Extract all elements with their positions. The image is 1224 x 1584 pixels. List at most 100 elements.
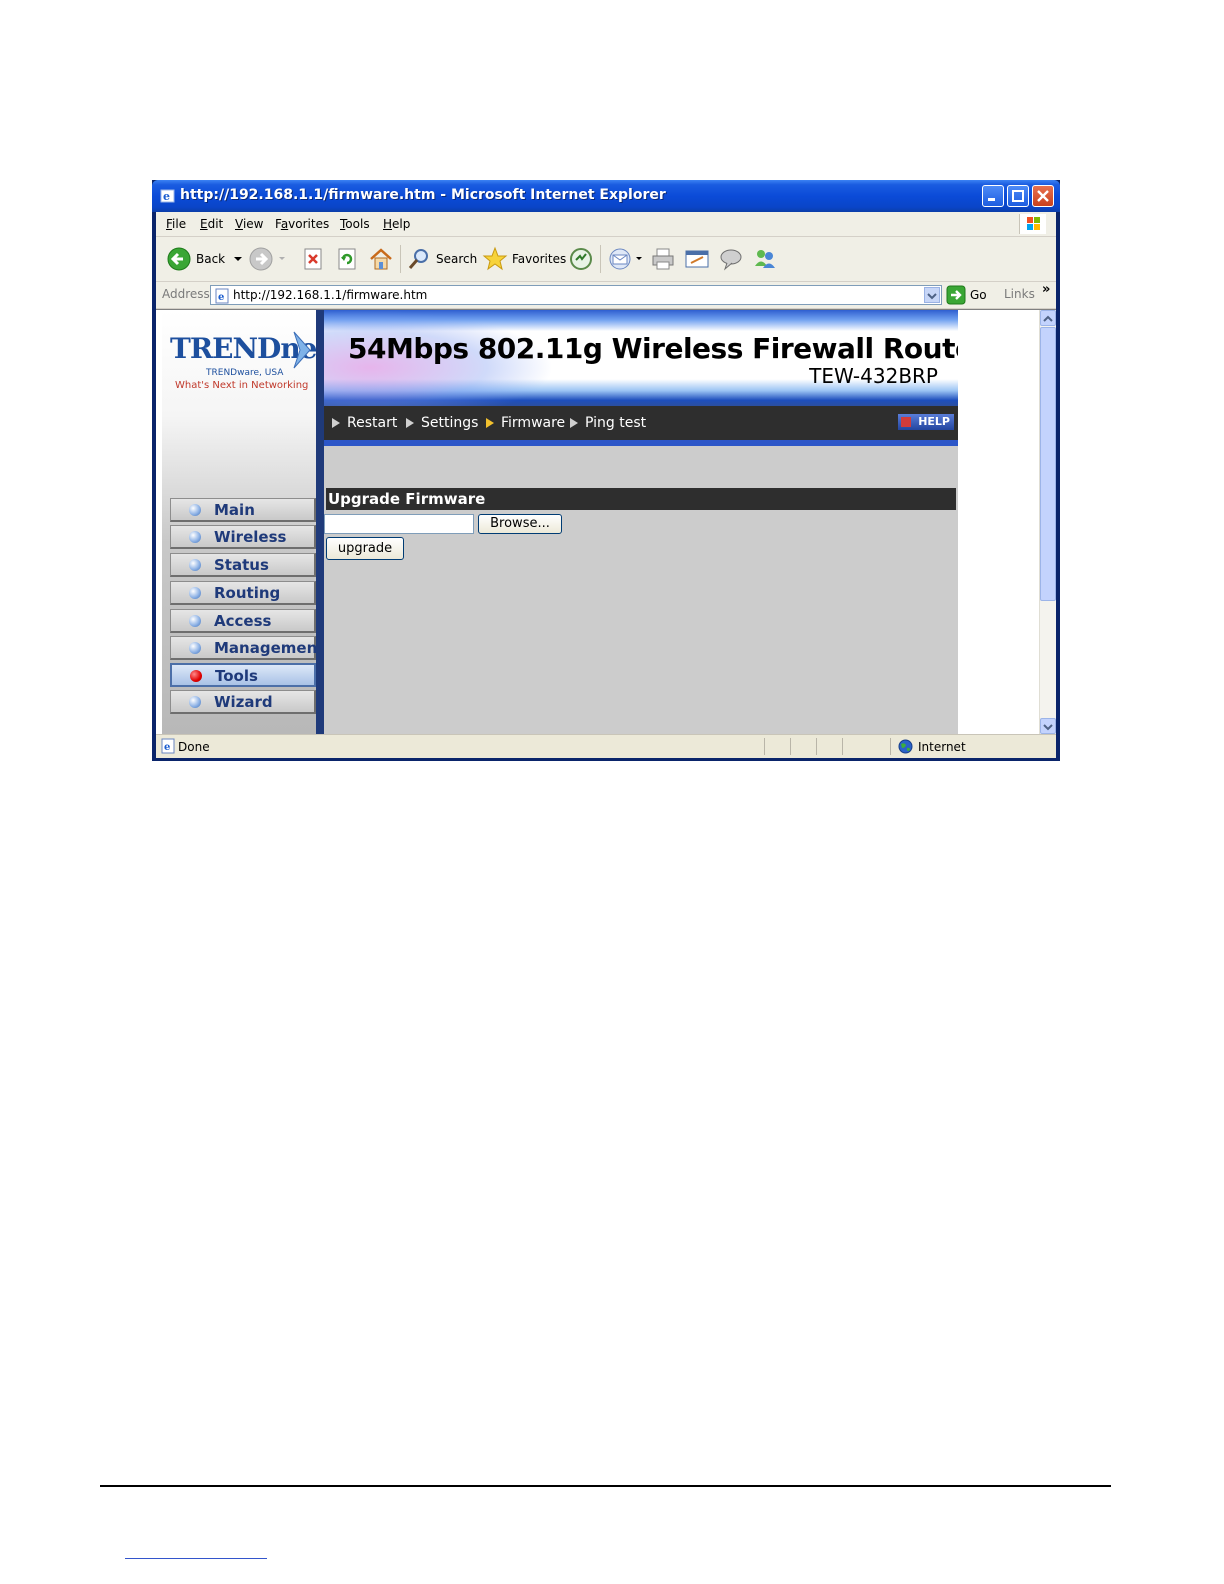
- menu-view[interactable]: View: [235, 217, 263, 231]
- nav-status[interactable]: Status: [170, 553, 316, 577]
- links-chevron[interactable]: »: [1042, 282, 1050, 297]
- mail-button[interactable]: [608, 245, 644, 273]
- refresh-button[interactable]: [336, 245, 358, 273]
- menu-help[interactable]: Help: [383, 217, 410, 231]
- play-arrow-icon: [406, 418, 414, 428]
- upgrade-button[interactable]: upgrade: [326, 537, 404, 560]
- search-icon: [408, 249, 428, 269]
- play-arrow-icon: [570, 418, 578, 428]
- nav-wizard[interactable]: Wizard: [170, 690, 316, 714]
- print-button[interactable]: [650, 245, 676, 273]
- help-button[interactable]: HELP: [898, 414, 954, 430]
- status-bar: e Done Internet: [156, 734, 1056, 758]
- scroll-down-button[interactable]: [1040, 718, 1056, 734]
- scroll-up-button[interactable]: [1040, 310, 1056, 326]
- play-arrow-icon: [486, 418, 494, 428]
- minimize-button[interactable]: [982, 185, 1004, 207]
- dropdown-arrow-icon[interactable]: [231, 255, 245, 263]
- edit-button[interactable]: [684, 245, 710, 273]
- toolbar-separator: [400, 245, 401, 273]
- chevron-down-icon: [1043, 724, 1053, 731]
- product-banner: 54Mbps 802.11g Wireless Firewall Router …: [324, 310, 958, 406]
- scroll-thumb[interactable]: [1040, 327, 1056, 601]
- menu-edit[interactable]: Edit: [200, 217, 223, 231]
- nav-bullet-icon: [189, 642, 201, 654]
- forward-button[interactable]: [248, 245, 288, 273]
- chevron-down-icon: [927, 293, 937, 300]
- nav-access-label: Access: [214, 612, 272, 630]
- nav-wireless[interactable]: Wireless: [170, 525, 316, 549]
- browse-button[interactable]: Browse...: [478, 514, 562, 534]
- dropdown-arrow-icon: [279, 257, 285, 260]
- refresh-icon: [338, 248, 356, 270]
- page-icon: e: [215, 288, 229, 304]
- home-button[interactable]: [368, 245, 394, 273]
- nav-routing[interactable]: Routing: [170, 581, 316, 605]
- media-button[interactable]: [568, 245, 594, 273]
- status-pane-divider: [890, 738, 891, 755]
- nav-main[interactable]: Main: [170, 498, 316, 522]
- links-label[interactable]: Links: [1004, 287, 1035, 301]
- back-button[interactable]: Back: [166, 245, 245, 273]
- nav-bullet-icon: [189, 559, 201, 571]
- menu-file[interactable]: File: [166, 217, 186, 231]
- close-icon: [1037, 190, 1049, 202]
- help-label: HELP: [918, 415, 950, 428]
- title-bar[interactable]: e http://192.168.1.1/firmware.htm - Micr…: [152, 180, 1060, 212]
- nav-management[interactable]: Management: [170, 636, 324, 660]
- messenger-button[interactable]: [752, 245, 778, 273]
- nav-wizard-label: Wizard: [214, 693, 273, 711]
- page-done-icon: e: [161, 738, 175, 754]
- router-page: TRENDnet TRENDware, USA What's Next in N…: [162, 310, 958, 734]
- subnav-firmware[interactable]: Firmware: [486, 415, 565, 431]
- sidebar-divider: [316, 310, 324, 734]
- favorites-label: Favorites: [512, 252, 567, 266]
- go-button[interactable]: Go: [946, 285, 987, 305]
- nav-tools[interactable]: Tools: [170, 663, 316, 687]
- toolbar-separator: [600, 245, 601, 273]
- trendnet-logo: TRENDnet TRENDware, USA What's Next in N…: [168, 330, 329, 396]
- address-bar: Address e http://192.168.1.1/firmware.ht…: [156, 282, 1056, 309]
- logo-arrow-icon: [293, 331, 311, 369]
- nav-bullet-icon: [189, 587, 201, 599]
- media-icon: [570, 248, 592, 270]
- status-pane-divider: [842, 738, 843, 755]
- browser-frame: File Edit View Favorites Tools Help Back: [156, 212, 1056, 758]
- forward-arrow-icon: [249, 247, 273, 271]
- internet-globe-icon: [898, 739, 913, 754]
- nav-access[interactable]: Access: [170, 609, 316, 633]
- subnav-ping-test-label: Ping test: [585, 415, 647, 431]
- subnav-restart[interactable]: Restart: [332, 415, 397, 431]
- nav-wireless-label: Wireless: [214, 528, 287, 546]
- subnav-ping-test[interactable]: Ping test: [570, 415, 646, 431]
- search-button[interactable]: Search: [406, 245, 477, 273]
- go-arrow-icon: [946, 285, 966, 305]
- stop-icon: [304, 248, 322, 270]
- stop-button[interactable]: [302, 245, 324, 273]
- nav-bullet-icon: [189, 615, 201, 627]
- discuss-button[interactable]: [718, 245, 744, 273]
- favorites-button[interactable]: Favorites: [482, 245, 566, 273]
- section-title: Upgrade Firmware: [326, 488, 956, 510]
- subnav-settings[interactable]: Settings: [406, 415, 478, 431]
- status-text: Done: [178, 740, 210, 754]
- maximize-icon: [1012, 190, 1024, 202]
- close-button[interactable]: [1032, 185, 1054, 207]
- address-input[interactable]: e http://192.168.1.1/firmware.htm: [210, 285, 942, 305]
- favorites-star-icon: [482, 246, 508, 271]
- nav-active-bullet-icon: [190, 670, 202, 682]
- address-dropdown-button[interactable]: [924, 287, 940, 303]
- dropdown-arrow-icon: [636, 257, 642, 260]
- nav-bullet-icon: [189, 696, 201, 708]
- logo-subtitle: TRENDware, USA: [206, 368, 284, 378]
- windows-flag-icon: [1027, 217, 1040, 230]
- tools-subnav: Restart Settings Firmware Ping test HELP: [324, 406, 958, 446]
- menu-bar: File Edit View Favorites Tools Help: [156, 212, 1056, 237]
- menu-tools[interactable]: Tools: [340, 217, 370, 231]
- menu-favorites[interactable]: Favorites: [275, 217, 329, 231]
- maximize-button[interactable]: [1007, 185, 1029, 207]
- firmware-file-input[interactable]: [324, 514, 474, 534]
- vertical-scrollbar[interactable]: [1039, 310, 1056, 734]
- search-label: Search: [436, 252, 478, 266]
- ie-window: e http://192.168.1.1/firmware.htm - Micr…: [152, 180, 1060, 761]
